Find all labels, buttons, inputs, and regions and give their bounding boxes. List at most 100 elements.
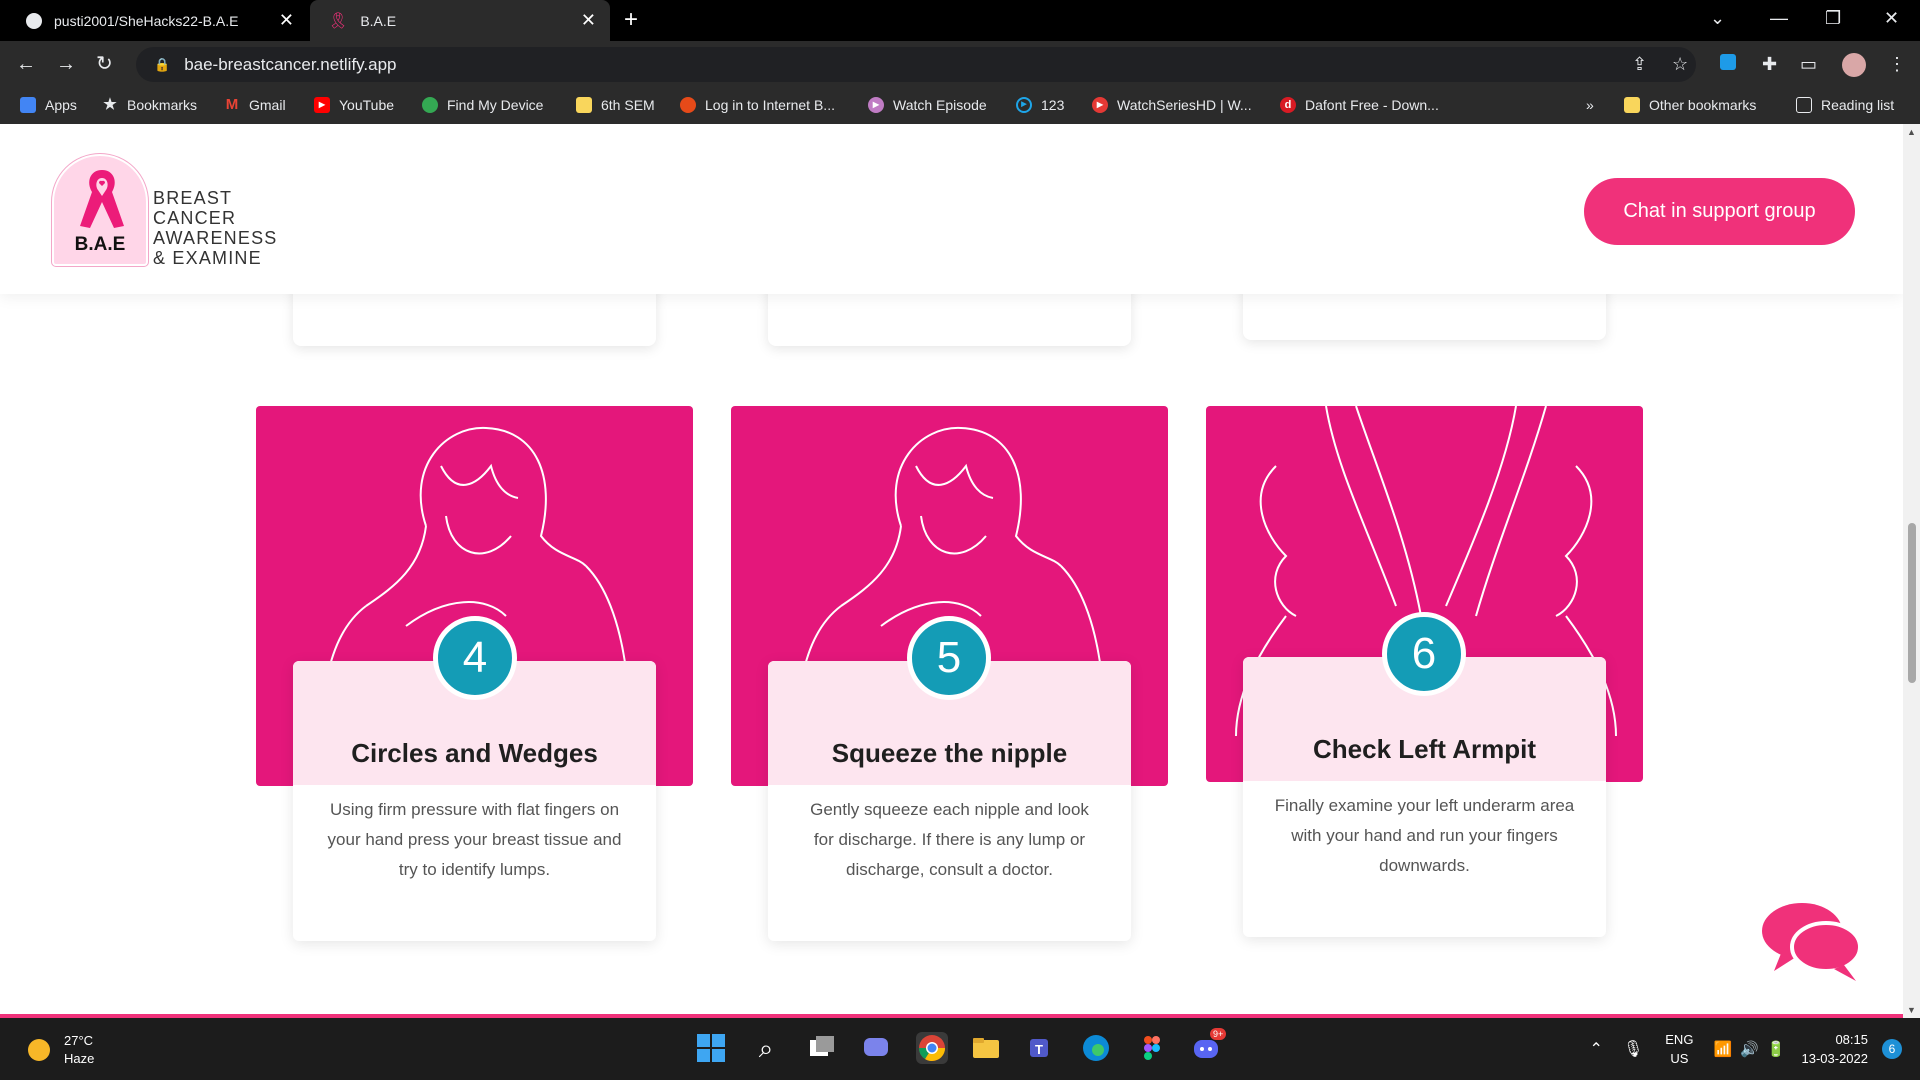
play-icon: ▶ [868,97,884,113]
menu-icon[interactable]: ⋮ [1888,53,1906,75]
step-card-body: Check Left Armpit Finally examine your l… [1243,657,1606,937]
chat-support-group-button[interactable]: Chat in support group [1584,178,1855,245]
more-bookmarks-button[interactable]: » [1586,97,1594,113]
scroll-down-arrow-icon[interactable]: ▼ [1907,1005,1916,1015]
bookmark-youtube[interactable]: ▶ YouTube [314,97,394,113]
reload-button[interactable]: ↻ [96,53,113,75]
page-scrollbar[interactable]: ▲ ▼ [1903,124,1920,1018]
bookmark-label: Find My Device [447,97,544,113]
url-text: bae-breastcancer.netlify.app [184,54,397,74]
language: ENG [1665,1032,1694,1047]
volume-icon[interactable]: 🔊 [1740,1040,1759,1058]
cast-icon[interactable]: ▭ [1800,53,1817,75]
bookmark-label: WatchSeriesHD | W... [1117,97,1252,113]
logo-wordmark: BREAST CANCER AWARENESS & EXAMINE [153,188,278,268]
reading-list[interactable]: Reading list [1796,97,1894,113]
bookmark-label: Reading list [1821,97,1895,113]
step-description: Gently squeeze each nipple and look for … [810,800,1089,879]
bookmark-star-icon[interactable]: ☆ [1672,53,1688,75]
weather-widget[interactable]: 27°C Haze [28,1032,94,1068]
back-button[interactable]: ← [16,53,36,75]
windows-start-icon[interactable] [695,1032,727,1064]
step-card-body: Squeeze the nipple Gently squeeze each n… [768,661,1131,941]
wifi-icon[interactable]: 📶 [1713,1040,1732,1058]
step-description: Finally examine your left underarm area … [1274,796,1575,875]
tab-search-chevron-icon[interactable]: ⌄ [1710,8,1725,29]
find-device-icon [422,97,438,113]
forward-button[interactable]: → [56,53,76,75]
ribbon-icon [80,170,124,228]
close-window-button[interactable]: ✕ [1884,8,1899,29]
logo-line: CANCER [153,208,237,228]
bookmark-label: Bookmarks [127,97,198,113]
bookmark-apps[interactable]: Apps [20,97,77,113]
microphone-icon[interactable]: 🎙 [1623,1039,1643,1059]
page-viewport: B.A.E BREAST CANCER AWARENESS & EXAMINE … [0,124,1903,1018]
step-title: Check Left Armpit [1313,734,1536,764]
tab-bae[interactable]: 🎗 B.A.E ✕ [310,0,610,41]
chat-bubbles-icon[interactable] [1760,901,1864,983]
figma-icon[interactable] [1136,1032,1168,1064]
microsoft-teams-icon[interactable]: T [1024,1032,1056,1064]
logo-line: & EXAMINE [153,248,262,268]
bookmark-watch-episode[interactable]: ▶ Watch Episode [868,97,987,113]
bookmark-watchserieshd[interactable]: ▶ WatchSeriesHD | W... [1092,97,1252,113]
svg-text:T: T [1035,1042,1043,1057]
notification-badge[interactable]: 6 [1882,1039,1902,1059]
address-bar[interactable]: 🔒 bae-breastcancer.netlify.app [136,47,1696,82]
minimize-button[interactable]: — [1770,8,1788,29]
extension-icon[interactable] [1720,53,1736,75]
chrome-icon[interactable] [916,1032,948,1064]
language-indicator[interactable]: ENG US [1665,1030,1693,1068]
battery-icon[interactable]: 🔋 [1767,1040,1786,1058]
chevron-up-icon[interactable]: ⌃ [1590,1039,1603,1059]
play-circle-icon: ▶ [1016,97,1032,113]
tab-title: pusti2001/SheHacks22-B.A.E [54,12,239,29]
new-tab-button[interactable]: + [624,8,638,32]
discord-icon[interactable]: 9+ [1190,1028,1227,1064]
ribbon-icon: 🎗 [328,12,349,30]
close-icon[interactable]: ✕ [279,11,294,29]
share-icon[interactable]: ⇪ [1632,53,1647,75]
step-title: Squeeze the nipple [831,738,1068,768]
task-view-icon[interactable] [806,1032,838,1064]
bookmark-internet-banking[interactable]: Log in to Internet B... [680,97,835,113]
star-icon: ★ [103,96,117,113]
tab-github-repo[interactable]: pusti2001/SheHacks22-B.A.E ✕ [10,0,308,41]
dafont-icon: d [1280,97,1296,113]
bookmark-find-my-device[interactable]: Find My Device [422,97,543,113]
bookmark-123[interactable]: ▶ 123 [1016,97,1064,113]
bookmark-label: 123 [1041,97,1065,113]
temperature: 27°C [64,1033,94,1048]
scroll-up-arrow-icon[interactable]: ▲ [1907,127,1916,137]
logo-line: BREAST [153,188,233,208]
restore-button[interactable]: ❐ [1825,8,1841,29]
folder-icon [1624,97,1640,113]
tab-strip: pusti2001/SheHacks22-B.A.E ✕ 🎗 B.A.E ✕ +… [0,0,1920,41]
step-number-badge: 6 [1382,612,1466,696]
bookmark-bookmarks[interactable]: ★ Bookmarks [102,96,198,114]
other-bookmarks[interactable]: Other bookmarks [1624,97,1756,113]
step-description: Using firm pressure with flat fingers on… [327,800,622,879]
close-icon[interactable]: ✕ [581,11,596,29]
bookmark-label: 6th SEM [601,97,655,113]
bookmark-label: Gmail [249,97,286,113]
bookmark-gmail[interactable]: M Gmail [224,97,286,114]
scrollbar-thumb[interactable] [1908,523,1916,683]
bookmark-dafont[interactable]: d Dafont Free - Down... [1280,97,1439,113]
file-explorer-icon[interactable] [970,1032,1002,1064]
date: 13-03-2022 [1801,1051,1869,1066]
profile-avatar[interactable] [1842,53,1866,82]
folder-icon [576,97,592,113]
site-logo[interactable]: B.A.E [52,154,148,266]
reading-list-icon [1796,97,1812,113]
search-icon[interactable]: ⌕ [750,1032,782,1064]
bookmark-label: Other bookmarks [1649,97,1757,113]
puzzle-icon[interactable]: ✚ [1762,53,1777,75]
teams-chat-icon[interactable] [860,1032,892,1064]
sun-icon [28,1039,50,1061]
clock[interactable]: 08:15 13-03-2022 [1802,1030,1869,1068]
bookmark-6th-sem[interactable]: 6th SEM [576,97,655,113]
edge-icon[interactable] [1080,1032,1112,1064]
logo-line: AWARENESS [153,228,278,248]
